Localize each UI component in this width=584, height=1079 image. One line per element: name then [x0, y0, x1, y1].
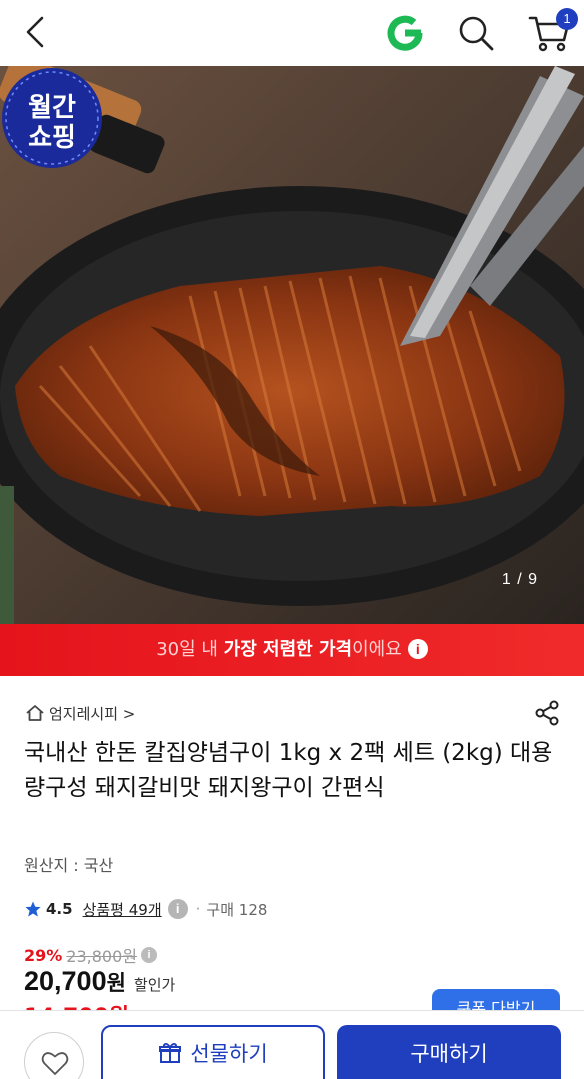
hidden-price-peek: 14,700원: [24, 998, 129, 1010]
store-name: 엄지레시피 >: [49, 704, 136, 723]
rating-score: 4.5: [46, 900, 73, 918]
back-icon[interactable]: [18, 12, 58, 52]
sale-price-label: 할인가: [133, 976, 176, 994]
gift-button[interactable]: 선물하기: [101, 1025, 325, 1079]
info-icon[interactable]: i: [407, 639, 428, 659]
info-icon[interactable]: i: [167, 899, 188, 919]
buy-button[interactable]: 구매하기: [337, 1025, 561, 1079]
store-link[interactable]: 엄지레시피 >: [24, 700, 135, 726]
discount-row: 29% 23,800원 i: [24, 944, 158, 966]
monthly-shopping-badge: 월간 쇼핑: [2, 68, 102, 168]
separator: ·: [195, 900, 201, 918]
cart-count-badge: 1: [556, 8, 578, 30]
lowest-price-banner[interactable]: 30일 내 가장 저렴한 가격이에요 i: [0, 624, 584, 676]
info-icon[interactable]: i: [141, 947, 158, 963]
banner-lead-text: 30일 내: [156, 639, 224, 660]
gift-icon: [159, 1042, 182, 1063]
sale-price: 20,700: [24, 966, 107, 996]
rating-row: 4.5 상품평 49개 i · 구매 128: [24, 898, 267, 920]
banner-highlight-text: 가장 저렴한 가격: [223, 639, 353, 660]
heart-icon: [41, 1052, 69, 1075]
banner-tail-text: 이에요: [352, 639, 402, 660]
search-icon[interactable]: [455, 12, 497, 54]
home-icon: [26, 705, 44, 721]
purchase-count: 구매 128: [206, 900, 268, 919]
star-icon: [25, 901, 41, 917]
original-price: 23,800원: [66, 947, 138, 966]
badge-line1: 월간: [28, 93, 76, 123]
top-navigation-bar: 1: [0, 0, 584, 66]
gift-button-label: 선물하기: [190, 1042, 268, 1066]
product-title: 국내산 한돈 칼집양념구이 1kg x 2팩 세트 (2kg) 대용량구성 돼지…: [24, 740, 553, 801]
review-count-link[interactable]: 상품평 49개: [83, 899, 162, 920]
discount-percent: 29%: [24, 945, 63, 965]
product-origin: 원산지 : 국산: [24, 856, 114, 875]
g-logo-icon[interactable]: [384, 12, 426, 54]
image-counter: 1 / 9: [501, 571, 538, 588]
badge-line2: 쇼핑: [28, 123, 76, 153]
product-image-carousel[interactable]: 월간 쇼핑 1 / 9: [0, 66, 584, 624]
share-icon[interactable]: [533, 699, 561, 727]
currency-unit: 원: [106, 971, 126, 995]
